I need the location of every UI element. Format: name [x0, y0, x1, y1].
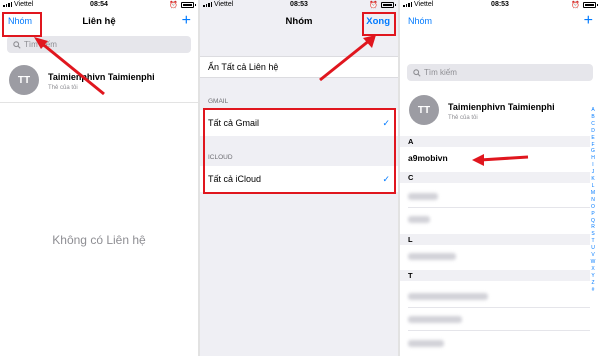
- gmail-section-header: GMAIL: [208, 98, 229, 105]
- index-letter[interactable]: K: [589, 176, 597, 183]
- index-letter[interactable]: N: [589, 197, 597, 204]
- index-letter[interactable]: G: [589, 148, 597, 155]
- row-divider: [408, 207, 590, 208]
- status-bar: Viettel 08:53 ⏰: [200, 0, 398, 11]
- my-card-subtitle: Thẻ của tôi: [48, 85, 78, 91]
- index-letter[interactable]: H: [589, 155, 597, 162]
- blurred-contact[interactable]: [408, 253, 456, 260]
- hide-all-contacts-row[interactable]: Ẩn Tất cả Liên hệ: [200, 56, 398, 78]
- groups-screen: Viettel 08:53 ⏰ Nhóm Xong Ẩn Tất cả Liên…: [200, 0, 398, 356]
- index-letter[interactable]: #: [589, 287, 597, 294]
- index-letter[interactable]: F: [589, 142, 597, 149]
- my-card-row[interactable]: TT Taimienphivn Taimienphi Thẻ của tôi: [400, 92, 600, 130]
- index-letter[interactable]: I: [589, 162, 597, 169]
- annotation-box-groups: [2, 12, 42, 37]
- index-letter[interactable]: T: [589, 238, 597, 245]
- index-letter[interactable]: L: [589, 183, 597, 190]
- avatar: TT: [9, 65, 39, 95]
- index-letter[interactable]: O: [589, 204, 597, 211]
- index-letter[interactable]: D: [589, 128, 597, 135]
- my-card-name: Taimienphivn Taimienphi: [448, 102, 555, 112]
- row-divider: [408, 307, 590, 308]
- blurred-contact[interactable]: [408, 193, 438, 200]
- contacts-screen-list: Viettel 08:53 ⏰ Nhóm + Tìm kiếm TT Taimi…: [400, 0, 600, 356]
- index-letter[interactable]: P: [589, 211, 597, 218]
- battery-icon: [583, 2, 598, 8]
- contact-row[interactable]: a9mobivn: [408, 153, 448, 163]
- index-letter[interactable]: Y: [589, 273, 597, 280]
- avatar: TT: [409, 95, 439, 125]
- my-card-subtitle: Thẻ của tôi: [448, 115, 478, 121]
- blurred-contact[interactable]: [408, 340, 444, 347]
- index-letter[interactable]: W: [589, 259, 597, 266]
- contacts-screen-empty: Viettel 08:54 ⏰ Nhóm Liên hệ + Tìm kiếm …: [0, 0, 198, 356]
- groups-button[interactable]: Nhóm: [408, 16, 432, 26]
- add-contact-plus-icon[interactable]: +: [182, 12, 191, 30]
- index-letter[interactable]: C: [589, 121, 597, 128]
- nav-bar: Nhóm +: [400, 12, 600, 34]
- add-contact-plus-icon[interactable]: +: [584, 12, 593, 30]
- search-icon: [13, 40, 21, 49]
- alarm-icon: ⏰: [169, 2, 178, 9]
- section-header-a: A: [400, 136, 590, 147]
- index-letter[interactable]: Q: [589, 218, 597, 225]
- index-letter[interactable]: V: [589, 252, 597, 259]
- battery-icon: [381, 2, 396, 8]
- status-bar: Viettel 08:53 ⏰: [400, 0, 600, 11]
- section-header-c: C: [400, 172, 590, 183]
- search-placeholder: Tìm kiếm: [424, 68, 457, 77]
- row-divider: [408, 330, 590, 331]
- index-letter[interactable]: Z: [589, 280, 597, 287]
- search-input[interactable]: Tìm kiếm: [7, 36, 191, 53]
- my-card-row[interactable]: TT Taimienphivn Taimienphi Thẻ của tôi: [0, 62, 198, 103]
- alarm-icon: ⏰: [369, 2, 378, 9]
- blurred-contact[interactable]: [408, 216, 430, 223]
- index-letter[interactable]: U: [589, 245, 597, 252]
- blurred-contact[interactable]: [408, 316, 462, 323]
- battery-icon: [181, 2, 196, 8]
- alphabet-index[interactable]: A B C D E F G H I J K L M N O P Q R S T U V W X Y Z #: [589, 107, 597, 293]
- alarm-icon: ⏰: [571, 2, 580, 9]
- annotation-box-done: [362, 12, 396, 36]
- blurred-contact[interactable]: [408, 293, 488, 300]
- index-letter[interactable]: R: [589, 224, 597, 231]
- index-letter[interactable]: X: [589, 266, 597, 273]
- status-bar: Viettel 08:54 ⏰: [0, 0, 198, 11]
- status-time: 08:53: [491, 1, 509, 8]
- index-letter[interactable]: S: [589, 231, 597, 238]
- hide-all-label: Ẩn Tất cả Liên hệ: [208, 62, 279, 72]
- empty-state-text: Không có Liên hệ: [52, 233, 146, 247]
- search-placeholder: Tìm kiếm: [24, 40, 57, 49]
- my-card-name: Taimienphivn Taimienphi: [48, 72, 155, 82]
- search-input[interactable]: Tìm kiếm: [407, 64, 593, 81]
- index-letter[interactable]: B: [589, 114, 597, 121]
- section-header-t: T: [400, 270, 590, 281]
- index-letter[interactable]: M: [589, 190, 597, 197]
- index-letter[interactable]: A: [589, 107, 597, 114]
- section-header-l: L: [400, 234, 590, 245]
- index-letter[interactable]: E: [589, 135, 597, 142]
- annotation-arrow-1: [34, 37, 105, 96]
- annotation-box-accounts: [203, 108, 396, 194]
- index-letter[interactable]: J: [589, 169, 597, 176]
- search-icon: [413, 68, 421, 77]
